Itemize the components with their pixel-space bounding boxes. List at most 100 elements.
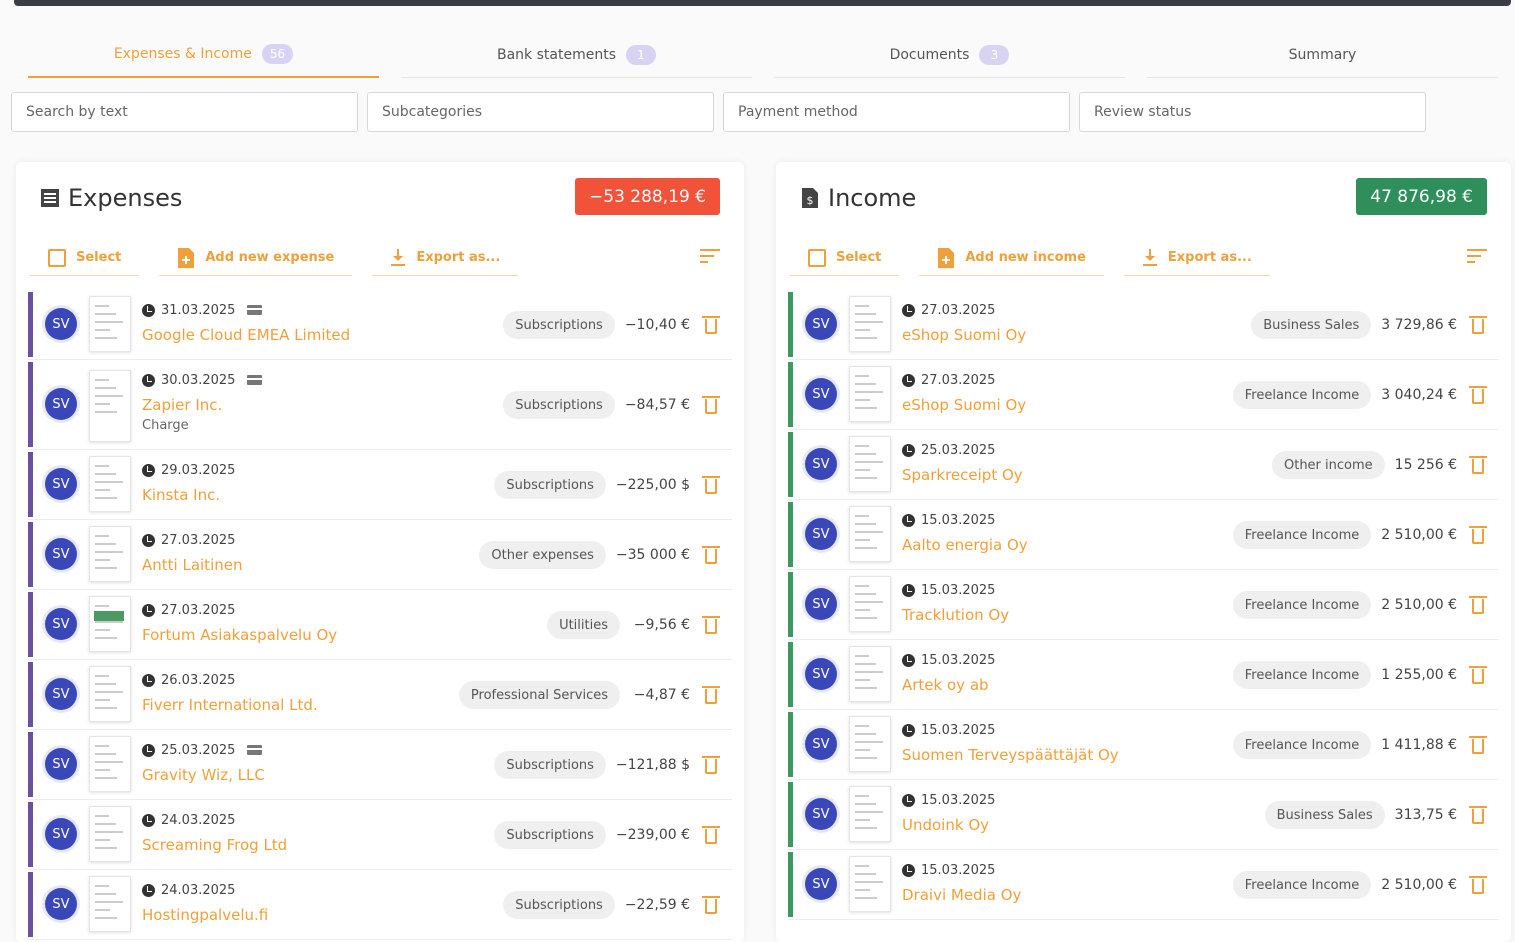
counterparty-link[interactable]: Gravity Wiz, LLC bbox=[142, 766, 265, 784]
counterparty-link[interactable]: Artek oy ab bbox=[902, 676, 995, 694]
select-button[interactable]: Select bbox=[790, 240, 900, 276]
sort-icon[interactable] bbox=[1467, 248, 1489, 264]
export-button[interactable]: Export as... bbox=[372, 240, 519, 276]
trash-icon[interactable] bbox=[702, 396, 720, 414]
category-chip[interactable]: Professional Services bbox=[458, 681, 620, 709]
tab-documents[interactable]: Documents 3 bbox=[774, 32, 1125, 78]
income-row[interactable]: SV 15.03.2025 Aalto energia Oy Freelance In… bbox=[788, 500, 1499, 570]
counterparty-link[interactable]: Google Cloud EMEA Limited bbox=[142, 326, 350, 344]
receipt-thumbnail[interactable] bbox=[89, 456, 131, 512]
category-chip[interactable]: Other expenses bbox=[479, 541, 606, 569]
category-chip[interactable]: Freelance Income bbox=[1232, 661, 1372, 689]
counterparty-link[interactable]: Draivi Media Oy bbox=[902, 886, 1021, 904]
receipt-thumbnail[interactable] bbox=[89, 876, 131, 932]
export-button[interactable]: Export as... bbox=[1123, 240, 1270, 276]
trash-icon[interactable] bbox=[702, 686, 720, 704]
expenses-row[interactable]: SV 29.03.2025 Kinsta Inc. Subscriptions −225… bbox=[28, 450, 732, 520]
category-chip[interactable]: Other income bbox=[1271, 451, 1385, 479]
category-chip[interactable]: Subscriptions bbox=[503, 311, 615, 339]
expenses-row[interactable]: SV 24.03.2025 Hostingpalvelu.fi Subscriptio… bbox=[28, 870, 732, 940]
counterparty-link[interactable]: Hostingpalvelu.fi bbox=[142, 906, 268, 924]
trash-icon[interactable] bbox=[702, 616, 720, 634]
category-chip[interactable]: Freelance Income bbox=[1232, 381, 1372, 409]
trash-icon[interactable] bbox=[1469, 456, 1487, 474]
income-row[interactable]: SV 27.03.2025 eShop Suomi Oy Business Sales… bbox=[788, 290, 1499, 360]
trash-icon[interactable] bbox=[702, 476, 720, 494]
receipt-thumbnail[interactable] bbox=[89, 526, 131, 582]
receipt-thumbnail[interactable] bbox=[849, 436, 891, 492]
expenses-row[interactable]: SV 31.03.2025 Google Cloud EMEA Limited Sub… bbox=[28, 290, 732, 360]
trash-icon[interactable] bbox=[1469, 386, 1487, 404]
tab-bank-statements[interactable]: Bank statements 1 bbox=[401, 32, 752, 78]
category-chip[interactable]: Freelance Income bbox=[1232, 731, 1372, 759]
income-row[interactable]: SV 25.03.2025 Sparkreceipt Oy Other income 1… bbox=[788, 430, 1499, 500]
receipt-thumbnail[interactable] bbox=[89, 370, 131, 442]
counterparty-link[interactable]: eShop Suomi Oy bbox=[902, 396, 1026, 414]
counterparty-link[interactable]: eShop Suomi Oy bbox=[902, 326, 1026, 344]
category-chip[interactable]: Utilities bbox=[547, 611, 620, 639]
income-row[interactable]: SV 15.03.2025 Undoink Oy Business Sales 313,… bbox=[788, 780, 1499, 850]
receipt-thumbnail[interactable] bbox=[849, 506, 891, 562]
income-row[interactable]: SV 15.03.2025 Suomen Terveyspäättäjät Oy Fr… bbox=[788, 710, 1499, 780]
receipt-thumbnail[interactable] bbox=[89, 596, 131, 652]
receipt-thumbnail[interactable] bbox=[849, 366, 891, 422]
receipt-thumbnail[interactable] bbox=[849, 296, 891, 352]
counterparty-link[interactable]: Sparkreceipt Oy bbox=[902, 466, 1023, 484]
receipt-thumbnail[interactable] bbox=[849, 576, 891, 632]
trash-icon[interactable] bbox=[702, 316, 720, 334]
payment-method-select[interactable]: Payment method bbox=[723, 92, 1070, 132]
counterparty-link[interactable]: Undoink Oy bbox=[902, 816, 995, 834]
expenses-row[interactable]: SV 24.03.2025 Screaming Frog Ltd Subscripti… bbox=[28, 800, 732, 870]
subcategories-select[interactable]: Subcategories bbox=[367, 92, 714, 132]
category-chip[interactable]: Freelance Income bbox=[1232, 871, 1372, 899]
trash-icon[interactable] bbox=[1469, 526, 1487, 544]
tab-expenses-income[interactable]: Expenses & Income 56 bbox=[28, 32, 379, 78]
trash-icon[interactable] bbox=[702, 756, 720, 774]
income-row[interactable]: SV 15.03.2025 Draivi Media Oy Freelance Inc… bbox=[788, 850, 1499, 920]
receipt-thumbnail[interactable] bbox=[89, 666, 131, 722]
add-expense-button[interactable]: Add new expense bbox=[159, 240, 353, 276]
category-chip[interactable]: Freelance Income bbox=[1232, 521, 1372, 549]
category-chip[interactable]: Subscriptions bbox=[494, 821, 606, 849]
review-status-select[interactable]: Review status bbox=[1079, 92, 1426, 132]
trash-icon[interactable] bbox=[1469, 596, 1487, 614]
counterparty-link[interactable]: Fortum Asiakaspalvelu Oy bbox=[142, 626, 337, 644]
category-chip[interactable]: Subscriptions bbox=[503, 891, 615, 919]
trash-icon[interactable] bbox=[1469, 876, 1487, 894]
trash-icon[interactable] bbox=[702, 546, 720, 564]
receipt-thumbnail[interactable] bbox=[849, 646, 891, 702]
income-row[interactable]: SV 15.03.2025 Tracklution Oy Freelance Inco… bbox=[788, 570, 1499, 640]
receipt-thumbnail[interactable] bbox=[89, 736, 131, 792]
trash-icon[interactable] bbox=[702, 896, 720, 914]
trash-icon[interactable] bbox=[702, 826, 720, 844]
category-chip[interactable]: Subscriptions bbox=[494, 751, 606, 779]
category-chip[interactable]: Business Sales bbox=[1251, 311, 1372, 339]
trash-icon[interactable] bbox=[1469, 806, 1487, 824]
add-income-button[interactable]: Add new income bbox=[919, 240, 1104, 276]
income-row[interactable]: SV 27.03.2025 eShop Suomi Oy Freelance Inco… bbox=[788, 360, 1499, 430]
counterparty-link[interactable]: Fiverr International Ltd. bbox=[142, 696, 318, 714]
trash-icon[interactable] bbox=[1469, 316, 1487, 334]
category-chip[interactable]: Subscriptions bbox=[503, 391, 615, 419]
receipt-thumbnail[interactable] bbox=[89, 806, 131, 862]
expenses-row[interactable]: SV 27.03.2025 Fortum Asiakaspalvelu Oy Util… bbox=[28, 590, 732, 660]
counterparty-link[interactable]: Screaming Frog Ltd bbox=[142, 836, 287, 854]
income-row[interactable]: SV 15.03.2025 Artek oy ab Freelance Income 1… bbox=[788, 640, 1499, 710]
counterparty-link[interactable]: Zapier Inc. bbox=[142, 396, 262, 414]
counterparty-link[interactable]: Kinsta Inc. bbox=[142, 486, 235, 504]
tab-summary[interactable]: Summary bbox=[1147, 32, 1498, 78]
trash-icon[interactable] bbox=[1469, 736, 1487, 754]
trash-icon[interactable] bbox=[1469, 666, 1487, 684]
search-input[interactable] bbox=[26, 104, 343, 120]
counterparty-link[interactable]: Tracklution Oy bbox=[902, 606, 1009, 624]
receipt-thumbnail[interactable] bbox=[849, 856, 891, 912]
select-button[interactable]: Select bbox=[30, 240, 140, 276]
counterparty-link[interactable]: Aalto energia Oy bbox=[902, 536, 1028, 554]
receipt-thumbnail[interactable] bbox=[849, 716, 891, 772]
counterparty-link[interactable]: Antti Laitinen bbox=[142, 556, 242, 574]
counterparty-link[interactable]: Suomen Terveyspäättäjät Oy bbox=[902, 746, 1119, 764]
category-chip[interactable]: Freelance Income bbox=[1232, 591, 1372, 619]
expenses-row[interactable]: SV 27.03.2025 Antti Laitinen Other expenses… bbox=[28, 520, 732, 590]
expenses-row[interactable]: SV 26.03.2025 Fiverr International Ltd. Pro… bbox=[28, 660, 732, 730]
category-chip[interactable]: Subscriptions bbox=[494, 471, 606, 499]
